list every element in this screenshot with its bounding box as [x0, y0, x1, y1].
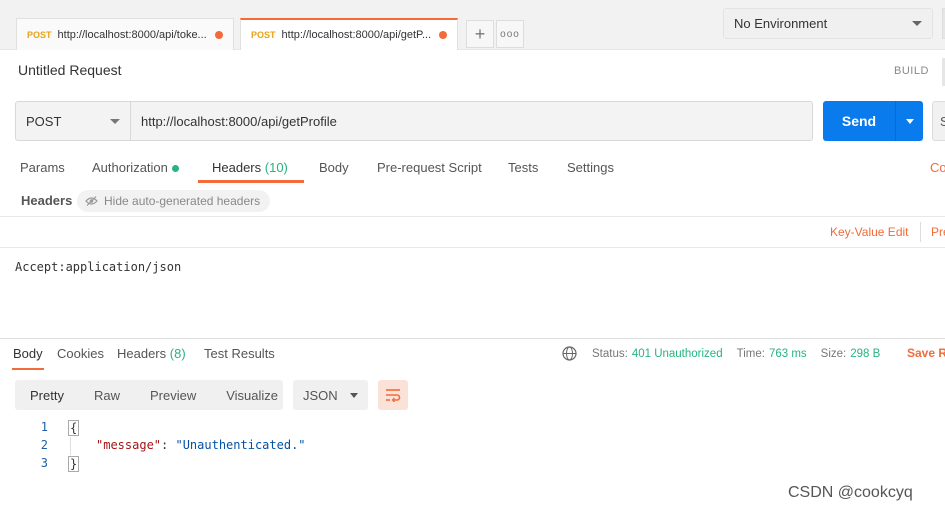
response-view-toggle: Pretty Raw Preview Visualize: [15, 380, 283, 410]
divider: [0, 216, 945, 217]
environment-select[interactable]: No Environment: [723, 8, 933, 39]
headers-count: (10): [264, 160, 288, 175]
send-options-button[interactable]: [895, 101, 923, 141]
globe-icon[interactable]: [562, 346, 577, 361]
presets-link[interactable]: Pre: [931, 225, 945, 239]
tab-label: Authorization: [92, 160, 168, 175]
new-tab-button[interactable]: +: [466, 20, 494, 48]
url-input[interactable]: http://localhost:8000/api/getProfile: [131, 101, 813, 141]
response-tab-body[interactable]: Body: [13, 346, 43, 361]
tab-params[interactable]: Params: [20, 160, 65, 175]
more-icon: ooo: [500, 28, 520, 40]
divider: [0, 247, 945, 248]
tab-headers[interactable]: Headers (10): [212, 160, 288, 175]
status-label: Status:: [592, 347, 628, 360]
plus-icon: +: [474, 23, 486, 44]
more-tabs-button[interactable]: ooo: [496, 20, 524, 48]
view-visualize[interactable]: Visualize: [211, 380, 293, 410]
size-value[interactable]: 298 B: [850, 348, 880, 360]
divider: [920, 222, 921, 242]
response-divider: [0, 338, 945, 339]
response-tab-cookies[interactable]: Cookies: [57, 346, 104, 361]
active-tab-indicator: [12, 368, 44, 370]
response-headers-count: (8): [169, 346, 186, 361]
cookies-link[interactable]: Co: [930, 160, 945, 175]
tab-label: Headers: [212, 160, 262, 175]
url-value: http://localhost:8000/api/getProfile: [141, 113, 337, 129]
time-value[interactable]: 763 ms: [769, 348, 807, 360]
response-tab-test-results[interactable]: Test Results: [204, 346, 275, 361]
indent-guide: [70, 437, 71, 455]
format-value: JSON: [303, 387, 338, 403]
request-title: Untitled Request: [18, 62, 122, 78]
request-tab-getprofile[interactable]: POST http://localhost:8000/api/getP...: [240, 18, 458, 50]
save-button[interactable]: S: [932, 101, 945, 141]
size-label: Size:: [820, 347, 847, 360]
environment-value: No Environment: [734, 16, 828, 31]
close-brace: }: [68, 456, 80, 472]
line-number: 3: [40, 456, 48, 470]
status-value[interactable]: 401 Unauthorized: [632, 348, 723, 360]
build-mode-button[interactable]: BUILD: [894, 65, 929, 77]
open-brace: {: [68, 420, 80, 436]
method-select[interactable]: POST: [15, 101, 131, 141]
tab-label: Headers: [117, 346, 167, 361]
line-number: 1: [40, 420, 48, 434]
tab-body[interactable]: Body: [319, 160, 349, 175]
tab-method: POST: [251, 30, 276, 40]
watermark: CSDN @cookcyq: [788, 484, 913, 501]
active-tab-indicator: [198, 180, 304, 183]
tab-prerequest-script[interactable]: Pre-request Script: [377, 160, 482, 175]
wrap-icon: [386, 389, 401, 402]
active-dot-icon: [171, 165, 179, 173]
hide-auto-headers-button[interactable]: Hide auto-generated headers: [77, 190, 271, 212]
tab-settings[interactable]: Settings: [567, 160, 614, 175]
headers-section-label: Headers: [21, 193, 73, 208]
json-value: "Unauthenticated.": [175, 438, 306, 452]
tab-authorization[interactable]: Authorization: [92, 160, 179, 175]
key-value-edit-link[interactable]: Key-Value Edit: [830, 225, 909, 239]
json-separator: :: [161, 438, 176, 452]
wrap-lines-button[interactable]: [378, 380, 408, 410]
view-pretty[interactable]: Pretty: [15, 380, 79, 410]
eye-off-icon: [85, 196, 98, 206]
send-button[interactable]: Send: [823, 101, 895, 141]
chevron-down-icon: [905, 118, 914, 124]
method-value: POST: [26, 113, 62, 129]
line-number: 2: [40, 438, 48, 452]
request-tabs: Params Authorization Headers (10) Body P…: [0, 152, 945, 186]
tab-tests[interactable]: Tests: [508, 160, 538, 175]
json-key: "message": [96, 438, 162, 452]
unsaved-dot-icon: [439, 31, 447, 39]
view-raw[interactable]: Raw: [79, 380, 135, 410]
chevron-down-icon: [110, 118, 120, 124]
view-preview[interactable]: Preview: [135, 380, 211, 410]
response-tab-headers[interactable]: Headers (8): [117, 346, 186, 361]
save-response-button[interactable]: Save R: [907, 346, 945, 360]
tab-url: http://localhost:8000/api/getP...: [281, 29, 432, 41]
unsaved-dot-icon: [215, 30, 223, 39]
response-meta: Status: 401 Unauthorized Time: 763 ms Si…: [562, 346, 880, 361]
bulk-headers-editor[interactable]: Accept:application/json: [15, 260, 181, 274]
tab-method: POST: [27, 29, 52, 40]
time-label: Time:: [736, 347, 765, 360]
tab-url: http://localhost:8000/api/toke...: [57, 28, 207, 41]
format-select[interactable]: JSON: [293, 380, 368, 410]
hide-auto-label: Hide auto-generated headers: [104, 194, 261, 208]
chevron-down-icon: [912, 21, 922, 26]
chevron-down-icon: [350, 392, 358, 398]
request-tab-token[interactable]: POST http://localhost:8000/api/toke...: [16, 18, 234, 50]
